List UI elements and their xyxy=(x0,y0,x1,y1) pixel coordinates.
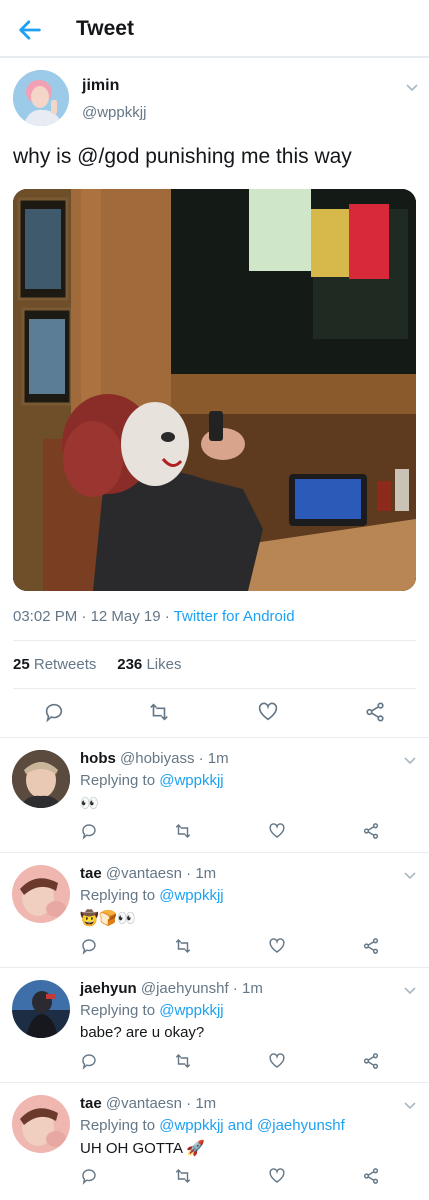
reply-icon[interactable] xyxy=(80,822,98,840)
divider xyxy=(13,688,416,689)
tweet-text: why is @/god punishing me this way xyxy=(13,145,352,168)
mention-link[interactable]: @wppkkjj xyxy=(159,1117,223,1134)
replying-to: Replying to @wppkkjj xyxy=(80,887,224,904)
reply-text: babe? are u okay? xyxy=(80,1024,205,1041)
reply-text: 👀 xyxy=(80,795,99,812)
author-name[interactable]: jimin xyxy=(82,77,119,95)
replying-to: Replying to @wppkkjj xyxy=(80,772,224,789)
back-arrow-icon[interactable] xyxy=(16,16,44,44)
avatar[interactable] xyxy=(12,980,70,1038)
meta-separator: · xyxy=(181,865,196,882)
reply-actions xyxy=(0,937,429,959)
retweet-count[interactable]: 25 xyxy=(13,656,30,673)
mention-link[interactable]: @wppkkjj xyxy=(159,1002,223,1019)
reply-item[interactable]: tae @vantaesn · 1m Replying to @wppkkjj … xyxy=(0,853,429,968)
avatar[interactable] xyxy=(12,750,70,808)
like-icon[interactable] xyxy=(257,701,279,723)
retweet-icon[interactable] xyxy=(148,701,170,723)
reply-icon[interactable] xyxy=(80,937,98,955)
share-icon[interactable] xyxy=(364,701,386,723)
retweet-icon[interactable] xyxy=(174,1167,192,1185)
reply-actions xyxy=(0,822,429,844)
reply-author-name[interactable]: jaehyun xyxy=(80,980,137,997)
share-icon[interactable] xyxy=(362,1052,380,1070)
retweet-icon[interactable] xyxy=(174,1052,192,1070)
like-icon[interactable] xyxy=(268,937,286,955)
top-bar: Tweet xyxy=(0,0,429,58)
reply-header: hobs @hobiyass · 1m xyxy=(80,750,229,767)
author-avatar[interactable] xyxy=(13,70,69,126)
reply-item[interactable]: tae @vantaesn · 1m Replying to @wppkkjj … xyxy=(0,1083,429,1200)
mention-conjunction: and xyxy=(223,1117,258,1134)
chevron-down-icon[interactable] xyxy=(405,80,419,94)
replying-to: Replying to @wppkkjj xyxy=(80,1002,224,1019)
reply-icon[interactable] xyxy=(80,1167,98,1185)
reply-author-name[interactable]: tae xyxy=(80,1095,102,1112)
reply-author-handle[interactable]: @vantaesn xyxy=(106,1095,182,1112)
retweets-label[interactable]: Retweets xyxy=(34,656,97,673)
page-title: Tweet xyxy=(76,17,134,40)
reply-author-handle[interactable]: @vantaesn xyxy=(106,865,182,882)
divider xyxy=(13,640,416,641)
tweet-date: 12 May 19 xyxy=(90,608,161,625)
reply-time: 1m xyxy=(207,750,229,767)
like-icon[interactable] xyxy=(268,1167,286,1185)
mention-link[interactable]: @jaehyunshf xyxy=(257,1117,345,1134)
reply-actions xyxy=(0,1167,429,1189)
replying-to: Replying to @wppkkjj and @jaehyunshf xyxy=(80,1117,345,1134)
chevron-down-icon[interactable] xyxy=(403,753,417,767)
tweet-photo[interactable] xyxy=(13,189,416,591)
retweet-icon[interactable] xyxy=(174,937,192,955)
avatar[interactable] xyxy=(12,865,70,923)
reply-time: 1m xyxy=(195,865,217,882)
chevron-down-icon[interactable] xyxy=(403,1098,417,1112)
reply-author-name[interactable]: hobs xyxy=(80,750,116,767)
tweet-actions xyxy=(0,698,429,728)
reply-time: 1m xyxy=(195,1095,217,1112)
reply-author-handle[interactable]: @hobiyass xyxy=(120,750,194,767)
reply-author-handle[interactable]: @jaehyunshf xyxy=(141,980,229,997)
mention-link[interactable]: @wppkkjj xyxy=(159,887,223,904)
replying-label: Replying to xyxy=(80,887,156,904)
replying-label: Replying to xyxy=(80,772,156,789)
reply-header: tae @vantaesn · 1m xyxy=(80,865,216,882)
author-handle[interactable]: @wppkkjj xyxy=(82,104,146,121)
reply-icon[interactable] xyxy=(43,701,65,723)
chevron-down-icon[interactable] xyxy=(403,983,417,997)
like-icon[interactable] xyxy=(268,822,286,840)
reply-text: 🤠🍞👀 xyxy=(80,910,137,927)
meta-separator: · xyxy=(77,608,91,625)
chevron-down-icon[interactable] xyxy=(403,868,417,882)
retweet-icon[interactable] xyxy=(174,822,192,840)
replying-label: Replying to xyxy=(80,1002,156,1019)
reply-item[interactable]: hobs @hobiyass · 1m Replying to @wppkkjj… xyxy=(0,738,429,853)
reply-author-name[interactable]: tae xyxy=(80,865,102,882)
reply-text: UH OH GOTTA 🚀 xyxy=(80,1140,206,1157)
share-icon[interactable] xyxy=(362,1167,380,1185)
tweet-source[interactable]: Twitter for Android xyxy=(174,608,295,625)
meta-separator: · xyxy=(194,750,208,767)
reply-item[interactable]: jaehyun @jaehyunshf · 1m Replying to @wp… xyxy=(0,968,429,1083)
tweet-stats: 25 Retweets 236 Likes xyxy=(13,656,181,673)
reply-icon[interactable] xyxy=(80,1052,98,1070)
share-icon[interactable] xyxy=(362,937,380,955)
mention-link[interactable]: @wppkkjj xyxy=(159,772,223,789)
reply-header: jaehyun @jaehyunshf · 1m xyxy=(80,980,263,997)
like-count[interactable]: 236 xyxy=(117,656,142,673)
reply-time: 1m xyxy=(241,980,263,997)
tweet-meta: 03:02 PM · 12 May 19 · Twitter for Andro… xyxy=(13,608,295,625)
meta-separator: · xyxy=(160,608,174,625)
like-icon[interactable] xyxy=(268,1052,286,1070)
likes-label[interactable]: Likes xyxy=(146,656,181,673)
meta-separator: · xyxy=(181,1095,196,1112)
share-icon[interactable] xyxy=(362,822,380,840)
meta-separator: · xyxy=(228,980,242,997)
avatar[interactable] xyxy=(12,1095,70,1153)
replying-label: Replying to xyxy=(80,1117,156,1134)
reply-header: tae @vantaesn · 1m xyxy=(80,1095,216,1112)
tweet-time: 03:02 PM xyxy=(13,608,78,625)
reply-actions xyxy=(0,1052,429,1074)
